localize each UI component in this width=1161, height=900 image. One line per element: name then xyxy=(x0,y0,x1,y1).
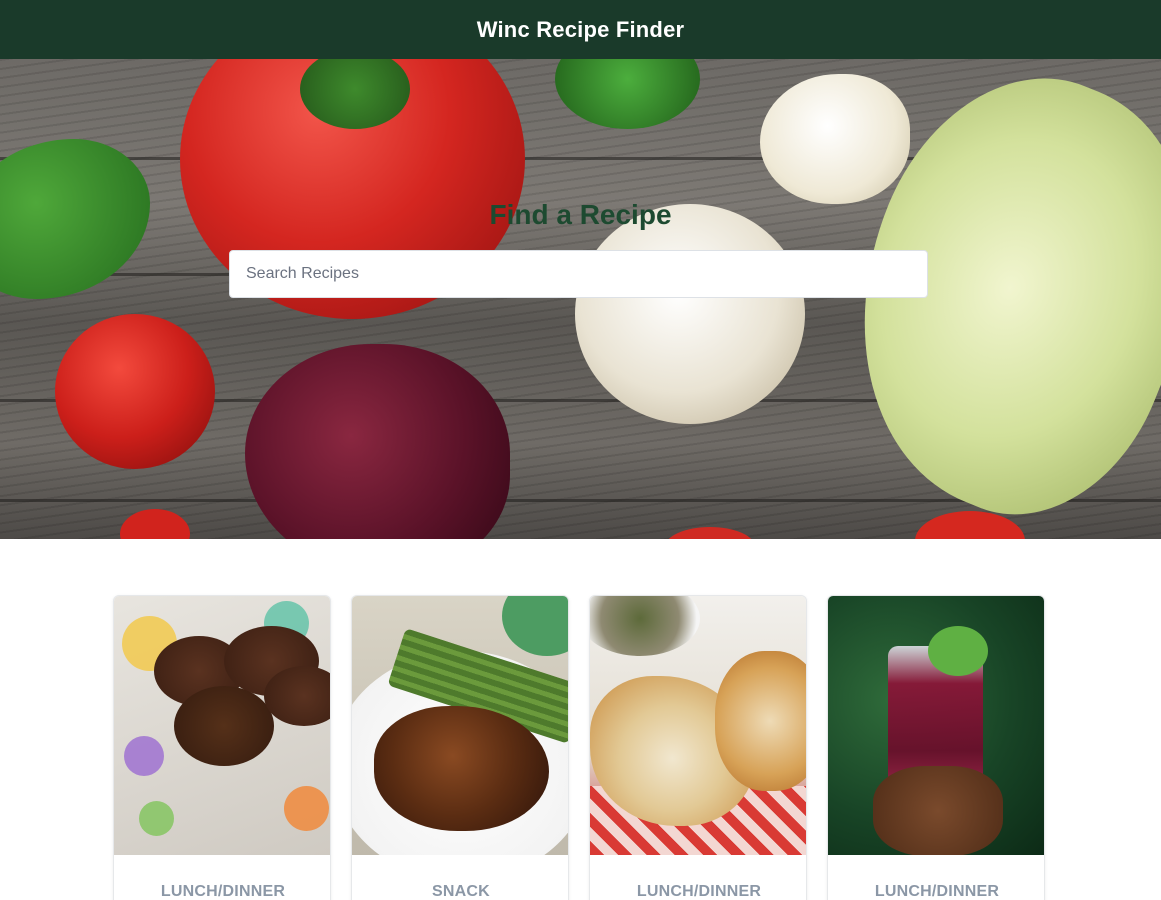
recipe-category: SNACK xyxy=(432,883,490,900)
recipe-category: LUNCH/DINNER xyxy=(160,883,286,900)
recipe-card[interactable]: LUNCH/DINNER xyxy=(589,595,807,900)
recipe-card[interactable]: SNACK xyxy=(351,595,569,900)
hero-banner: Find a Recipe xyxy=(0,59,1161,539)
app-header: Winc Recipe Finder xyxy=(0,0,1161,59)
recipe-image xyxy=(828,596,1044,855)
recipe-category: LUNCH/DINNER xyxy=(636,883,762,900)
search-input[interactable] xyxy=(229,250,928,298)
hero-title: Find a Recipe xyxy=(489,199,672,230)
recipe-card-grid: LUNCH/DINNER SNACK LUNCH/DINNER LUNCH/DI… xyxy=(113,595,1045,900)
recipe-card[interactable]: LUNCH/DINNER xyxy=(113,595,331,900)
app-title: Winc Recipe Finder xyxy=(476,16,685,42)
recipe-card[interactable]: LUNCH/DINNER xyxy=(827,595,1045,900)
recipe-image xyxy=(114,596,330,855)
recipe-image xyxy=(590,596,806,855)
recipe-image xyxy=(352,596,568,855)
recipe-category: LUNCH/DINNER xyxy=(874,883,1000,900)
